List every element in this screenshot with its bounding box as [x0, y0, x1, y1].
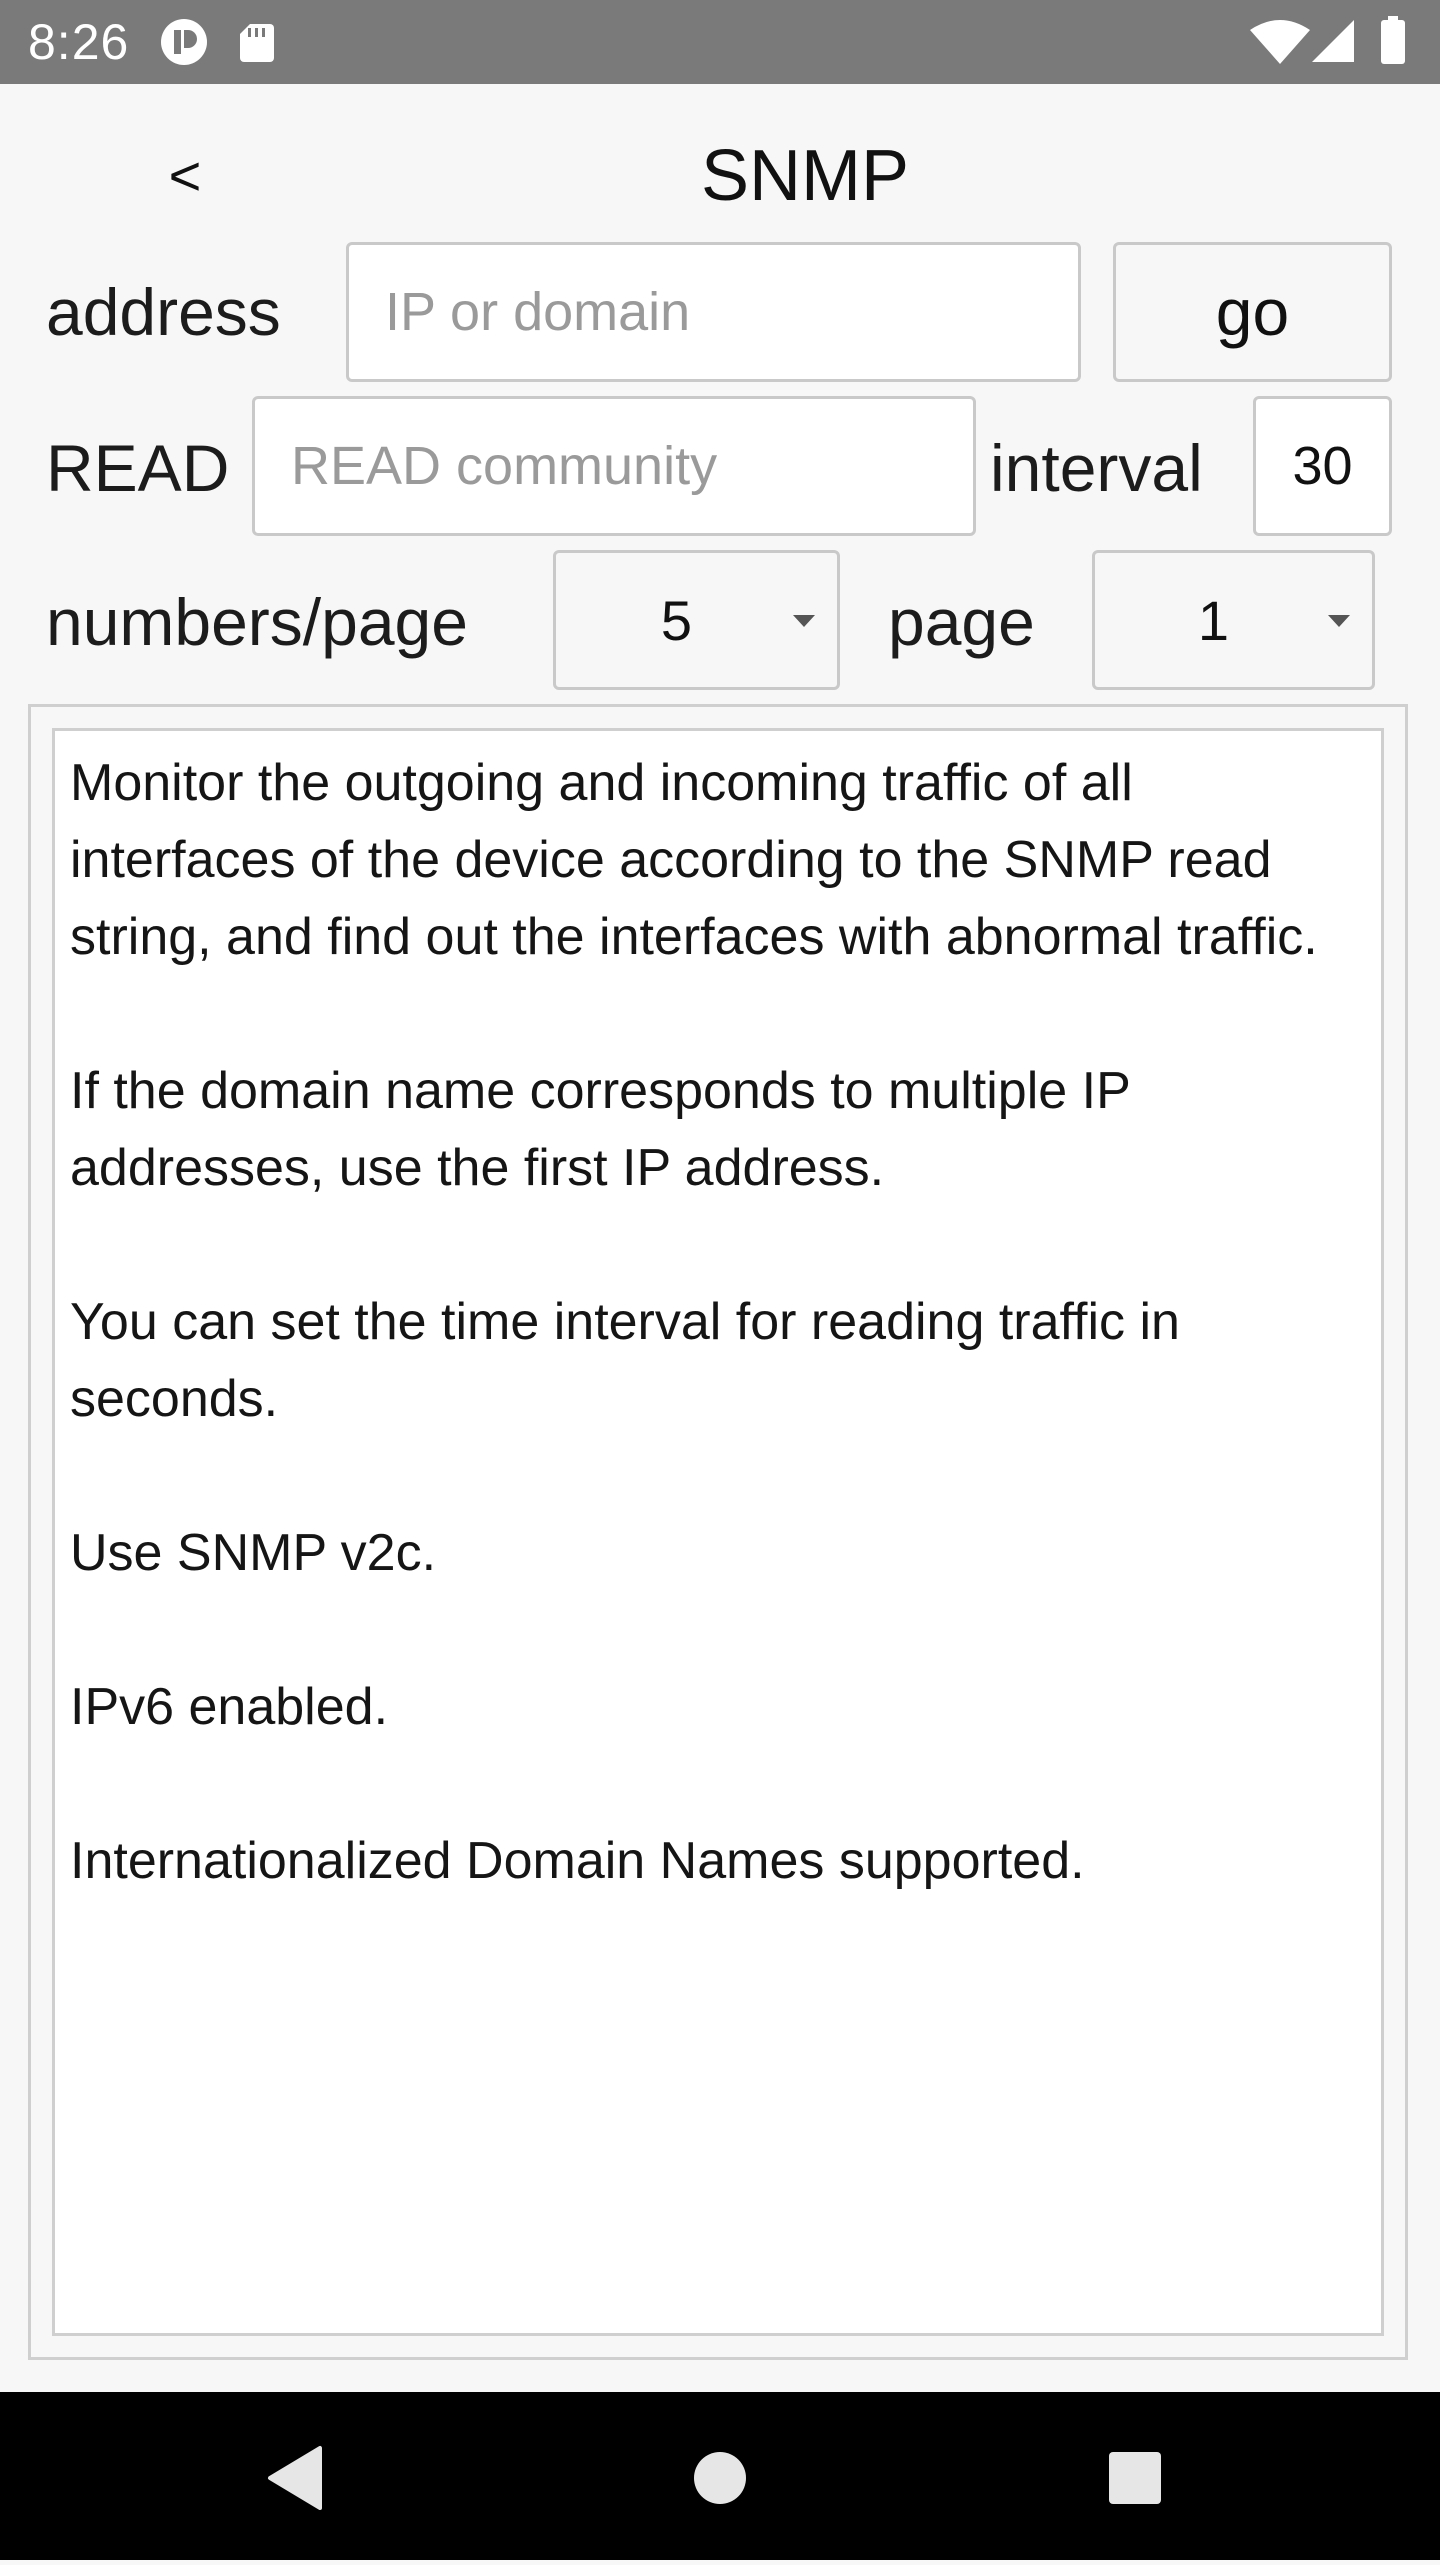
- interval-label: interval: [990, 431, 1203, 505]
- page-title: SNMP: [700, 136, 910, 216]
- info-text: Monitor the outgoing and incoming traffi…: [70, 745, 1370, 1977]
- page-value: 1: [1197, 588, 1230, 652]
- battery-icon: [1381, 16, 1405, 64]
- page-label: page: [888, 585, 1035, 659]
- numbers-per-page-select[interactable]: 5: [553, 550, 840, 690]
- go-button[interactable]: go: [1113, 242, 1392, 382]
- sd-card-icon: [240, 24, 274, 62]
- cellular-signal-icon: [1312, 20, 1354, 62]
- dropdown-arrow-icon: [1328, 615, 1350, 627]
- read-label: READ: [46, 431, 230, 505]
- status-time: 8:26: [28, 14, 130, 70]
- wifi-icon: [1250, 20, 1310, 64]
- info-paragraph: IPv6 enabled.: [70, 1678, 389, 1736]
- read-community-input[interactable]: [252, 396, 976, 536]
- info-paragraph: If the domain name corresponds to multip…: [70, 1062, 1130, 1197]
- recents-icon[interactable]: [1109, 2452, 1161, 2504]
- info-paragraph: Monitor the outgoing and incoming traffi…: [70, 754, 1318, 966]
- numbers-per-page-value: 5: [660, 588, 693, 652]
- home-icon[interactable]: [694, 2452, 746, 2504]
- app-notification-icon: [161, 19, 207, 65]
- interval-input[interactable]: [1253, 396, 1392, 536]
- status-left-icons: [160, 18, 280, 66]
- address-label: address: [46, 275, 281, 349]
- navigation-bar: [0, 2392, 1440, 2560]
- dropdown-arrow-icon: [793, 615, 815, 627]
- page-select[interactable]: 1: [1092, 550, 1375, 690]
- info-paragraph: Use SNMP v2c.: [70, 1524, 437, 1582]
- info-paragraph: You can set the time interval for readin…: [70, 1293, 1180, 1428]
- back-icon[interactable]: [268, 2446, 322, 2510]
- status-right-icons: [1248, 16, 1418, 66]
- info-paragraph: Internationalized Domain Names supported…: [70, 1832, 1085, 1890]
- numbers-per-page-label: numbers/page: [46, 585, 468, 659]
- address-input[interactable]: [346, 242, 1081, 382]
